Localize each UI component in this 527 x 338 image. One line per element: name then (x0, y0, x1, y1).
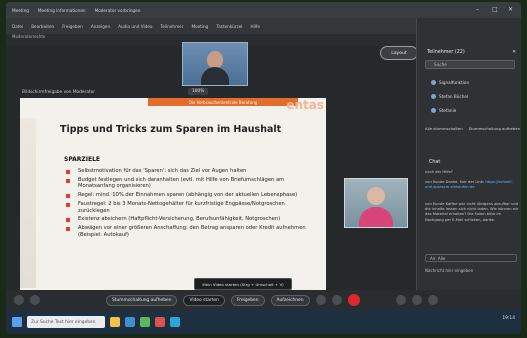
video-tile-presenter[interactable] (344, 178, 408, 228)
avatar-icon (431, 93, 436, 99)
slide-bullet: Regel: mind. 10% der Einnahmen sparen (a… (64, 192, 316, 199)
record-label: Aufzeichnen (276, 297, 304, 303)
apps-icon[interactable] (427, 295, 438, 305)
host-rights-label[interactable]: Moderatorrechte (12, 34, 45, 39)
participant-name: Stefanie (439, 107, 457, 113)
chat-sender: von Kunde (425, 202, 445, 206)
app-icon[interactable] (155, 317, 165, 327)
slide-sidebar-decoration (20, 118, 36, 288)
share-label: Freigeben (236, 297, 259, 303)
participant-row[interactable]: Signalfunktion (431, 78, 516, 86)
avatar-icon (431, 107, 436, 113)
unmute-label: Stummschaltung aufheben (112, 297, 172, 303)
side-panel: Teilnehmer (22) ✕ Suche Signalfunktion S… (416, 18, 521, 298)
video-tooltip: Mein Video starten (Strg + Umschalt + V) (194, 278, 292, 290)
presenter-body (359, 207, 393, 227)
avatar-icon (431, 79, 436, 85)
menu-meeting[interactable]: Meeting (191, 24, 208, 29)
slide-bullet: Abwägen vor einer größeren Anschaffung: … (64, 225, 316, 238)
participant-row[interactable]: Stefan Büchel (431, 92, 516, 100)
menu-share[interactable]: Freigeben (62, 24, 83, 29)
menu-bar: Datei Bearbeiten Freigeben Anzeigen Audi… (6, 18, 416, 34)
zoom-control[interactable]: 100% (188, 88, 209, 95)
chat-sender: von Kunde (425, 180, 445, 184)
slide-logo: entas (286, 98, 324, 112)
presenter-face (367, 187, 385, 205)
slide-bullet: Faustregel: 2 bis 3 Monats-Nettogehälter… (64, 201, 316, 214)
share-source-label: Bildschirmfreigabe von Moderator (22, 90, 96, 95)
chat-recipient-select[interactable]: An: Alle (425, 254, 517, 262)
maximize-button[interactable]: □ (492, 6, 498, 13)
settings-icon[interactable] (14, 295, 24, 305)
menu-participants[interactable]: Teilnehmer (160, 24, 183, 29)
clock: 19:14 (502, 316, 515, 321)
participant-body (201, 67, 229, 85)
participant-actions: Alle stummschalten Stummschaltung aufheb… (425, 126, 520, 135)
os-taskbar: Zur Suche Text hier eingeben 19:14 (6, 310, 521, 334)
menu-view[interactable]: Anzeigen (91, 24, 110, 29)
layout-button[interactable]: Layout (380, 46, 418, 60)
chat-message: von Kunde Kaffee war nicht übrigens abru… (425, 202, 519, 223)
close-panel-icon[interactable]: ✕ (512, 49, 516, 55)
shared-slide: Die Verbraucherzentrale Beratung entas T… (20, 98, 326, 294)
participant-name: Stefan Büchel (439, 93, 469, 99)
slide-title: Tipps und Tricks zum Sparen im Haushalt (60, 124, 282, 135)
menu-audio-video[interactable]: Audio und Video (118, 24, 152, 29)
slide-bullet: Selbstmotivation für das 'Sparen': sich … (64, 168, 316, 175)
unmute-button[interactable]: Stummschaltung aufheben (106, 294, 178, 306)
more-icon[interactable] (30, 295, 40, 305)
start-video-label: Video starten (189, 297, 219, 303)
chat-message-text: Danke, hier der Link: (445, 180, 485, 184)
app-window: Meeting Meeting Informationen Moderator … (6, 2, 521, 334)
reactions-icon[interactable] (315, 295, 326, 305)
minimize-button[interactable]: – (476, 6, 479, 13)
browser-icon[interactable] (125, 317, 135, 327)
chat-title: Chat (429, 160, 441, 165)
participant-name: Signalfunktion (439, 79, 470, 85)
chat-input[interactable]: Nachricht hier eingeben (425, 268, 517, 276)
participant-search-input[interactable]: Suche (425, 60, 515, 69)
chat-message: von Kunde Danke, hier der Link: https://… (425, 180, 519, 190)
window-tab-info[interactable]: Meeting Informationen (38, 8, 86, 13)
participant-row[interactable]: Stefanie (431, 106, 516, 114)
video-tile-top[interactable] (182, 42, 248, 86)
start-video-button[interactable]: Video starten (183, 294, 225, 306)
participants-title: Teilnehmer (22) (427, 50, 465, 55)
chat-message: nach der Hilfe? (425, 170, 519, 175)
slide-bullet: Existenz absichern (Haftpflicht-Versiche… (64, 216, 316, 223)
explorer-icon[interactable] (110, 317, 120, 327)
meeting-controls: Stummschaltung aufheben Video starten Fr… (6, 290, 521, 310)
close-button[interactable]: ✕ (508, 6, 513, 13)
slide-bullet: Budget festlegen und sich daranhalten (e… (64, 177, 316, 190)
more-options-icon[interactable] (331, 295, 342, 305)
window-tab-meeting[interactable]: Meeting (12, 8, 29, 13)
slide-bullet-list: Selbstmotivation für das 'Sparen': sich … (64, 168, 316, 240)
start-icon[interactable] (12, 317, 22, 327)
menu-shortcuts[interactable]: Tastenkürzel (216, 24, 242, 29)
chat-icon[interactable] (411, 295, 422, 305)
menu-edit[interactable]: Bearbeiten (31, 24, 54, 29)
chat-message-text: nach der Hilfe? (425, 170, 453, 174)
slide-section-heading: SPARZIELE (64, 156, 101, 163)
menu-file[interactable]: Datei (12, 24, 23, 29)
menu-help[interactable]: Hilfe (250, 24, 260, 29)
mute-all-button[interactable]: Alle stummschalten (425, 126, 463, 135)
record-button[interactable]: Aufzeichnen (270, 294, 310, 306)
end-call-button[interactable] (347, 294, 360, 306)
taskbar-search-input[interactable]: Zur Suche Text hier eingeben (27, 316, 105, 328)
layout-label: Layout (391, 50, 407, 56)
unmute-all-button[interactable]: Stummschaltung aufheben (469, 126, 520, 135)
share-button[interactable]: Freigeben (230, 294, 265, 306)
slide-banner: Die Verbraucherzentrale Beratung (148, 98, 298, 106)
title-bar: Meeting Meeting Informationen Moderator … (6, 2, 521, 18)
meeting-app-icon[interactable] (170, 317, 180, 327)
window-tab-moderator[interactable]: Moderator vorbringen (95, 8, 141, 13)
participants-icon[interactable] (395, 295, 406, 305)
app-icon[interactable] (140, 317, 150, 327)
